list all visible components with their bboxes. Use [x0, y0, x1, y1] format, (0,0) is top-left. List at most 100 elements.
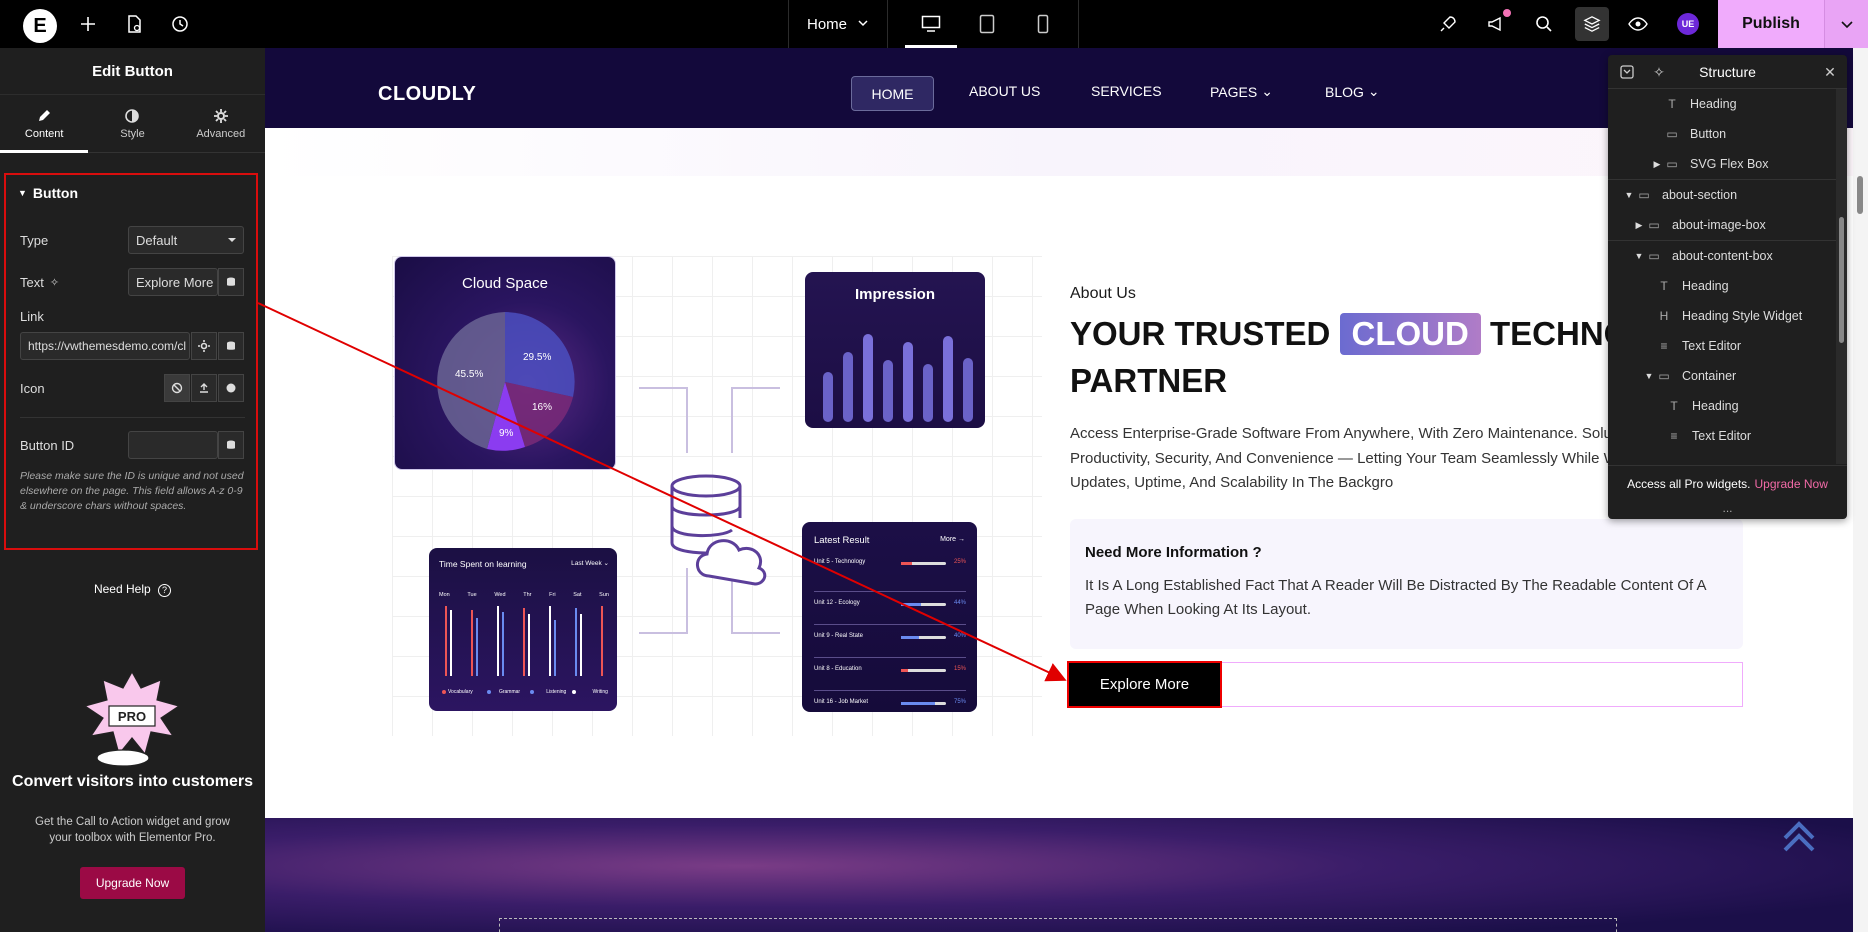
ai-sparkle-icon[interactable]: ✧ — [1650, 63, 1668, 81]
icon-none-icon[interactable] — [164, 374, 190, 402]
tree-item-about-image-box[interactable]: ▶ ▭ about-image-box — [1608, 210, 1836, 240]
structure-scroll-thumb[interactable] — [1839, 217, 1844, 343]
button-id-dynamic-tags-icon[interactable] — [218, 431, 244, 459]
text-label-row: Text ✧ — [20, 275, 60, 290]
publish-options-button[interactable] — [1824, 0, 1868, 48]
upgrade-now-button[interactable]: Upgrade Now — [80, 867, 185, 899]
dynamic-tags-icon[interactable] — [218, 268, 244, 296]
canvas-scroll-thumb[interactable] — [1857, 176, 1863, 214]
tree-item-about-section[interactable]: ▼ ▭ about-section — [1608, 180, 1836, 210]
tree-item-container[interactable]: ▼ ▭ Container — [1608, 361, 1836, 391]
nav-pages[interactable]: PAGES ⌄ — [1210, 83, 1273, 100]
tree-item-heading[interactable]: T Heading — [1608, 391, 1836, 421]
publish-button[interactable]: Publish — [1718, 0, 1824, 48]
ai-sparkle-icon[interactable]: ✧ — [50, 276, 59, 289]
tree-item-button[interactable]: ▭ Button — [1608, 119, 1836, 149]
caret-down-icon: ▼ — [18, 188, 27, 198]
svg-text:16%: 16% — [532, 402, 552, 413]
tab-content[interactable]: Content — [0, 95, 89, 153]
structure-resize-handle[interactable]: ... — [1608, 501, 1847, 515]
button-id-input[interactable] — [128, 431, 218, 459]
need-help-link[interactable]: Need Help ? — [0, 582, 265, 597]
pencil-icon — [39, 109, 51, 121]
link-options-gear-icon[interactable] — [191, 332, 217, 360]
impression-bar-chart — [823, 334, 973, 422]
time-spent-card: Time Spent on learning Last Week ⌄ Mon Tu… — [429, 548, 617, 711]
collapse-all-icon[interactable] — [1618, 63, 1636, 81]
panel-tabs: Content Style Advanced — [0, 95, 265, 153]
next-section-band — [265, 818, 1853, 932]
tablet-view-icon[interactable] — [959, 0, 1015, 48]
flexbox-icon: ▭ — [1666, 157, 1678, 171]
caret-right-icon: ▶ — [1653, 158, 1661, 169]
device-switcher — [889, 0, 1079, 48]
button-section-header[interactable]: ▼ Button — [18, 185, 78, 201]
latest-row: Unit 9 - Real State 40% — [814, 625, 966, 658]
desktop-view-icon[interactable] — [903, 0, 959, 48]
tab-style[interactable]: Style — [88, 95, 176, 152]
structure-layers-icon[interactable] — [1575, 7, 1609, 41]
icon-library-icon[interactable] — [218, 374, 244, 402]
notification-dot — [1503, 9, 1511, 17]
divider — [20, 417, 245, 418]
icon-label: Icon — [20, 381, 45, 396]
text-editor-icon: ≡ — [1660, 339, 1668, 353]
text-input[interactable]: Explore More — [128, 268, 218, 296]
link-dynamic-tags-icon[interactable] — [218, 332, 244, 360]
structure-upgrade-link[interactable]: Upgrade Now — [1755, 477, 1828, 491]
about-headline: YOUR TRUSTED CLOUD TECHNOL PARTNER — [1070, 313, 1650, 399]
tree-item-text-editor[interactable]: ≡ Text Editor — [1608, 421, 1836, 451]
icon-upload-icon[interactable] — [191, 374, 217, 402]
latest-rows: Unit 5 - Technology 25% Unit 12 - Ecolog… — [814, 559, 966, 712]
tree-item-about-content-box[interactable]: ▼ ▭ about-content-box — [1608, 241, 1836, 271]
structure-tree: T Heading ▭ Button ▶ ▭ SVG Flex Box ▼ ▭ about-… — [1608, 89, 1836, 464]
user-avatar[interactable]: UE — [1677, 13, 1699, 35]
tree-item-heading[interactable]: T Heading — [1608, 89, 1836, 119]
latest-result-card: Latest Result More → Unit 5 - Technology… — [802, 522, 977, 712]
container-icon: ▭ — [1648, 218, 1660, 232]
promo-title: Convert visitors into customers — [12, 773, 253, 790]
chevron-down-icon — [228, 238, 236, 242]
about-us-label: About Us — [1070, 285, 1136, 302]
page-settings-icon[interactable] — [122, 12, 146, 36]
heading-style-icon: H — [1659, 309, 1669, 323]
nav-blog[interactable]: BLOG ⌄ — [1325, 83, 1380, 100]
page-name: Home — [806, 15, 847, 33]
nav-about[interactable]: ABOUT US — [969, 83, 1040, 99]
site-brand[interactable]: CLOUDLY — [378, 83, 476, 106]
search-icon[interactable] — [1532, 12, 1556, 36]
latest-row: Unit 5 - Technology 25% — [814, 559, 966, 592]
canvas-scrollbar[interactable] — [1853, 48, 1868, 932]
latest-more-link[interactable]: More → — [940, 536, 965, 543]
container-icon: ▭ — [1648, 249, 1660, 263]
database-cloud-illustration — [639, 387, 780, 634]
type-select[interactable]: Default — [128, 226, 244, 254]
page-selector[interactable]: Home — [788, 0, 888, 48]
button-id-help-note: Please make sure the ID is unique and no… — [20, 470, 244, 512]
time-legend: Vocabulary Grammar Listening Writing — [448, 689, 608, 695]
tree-item-heading-style-widget[interactable]: H Heading Style Widget — [1608, 301, 1836, 331]
svg-text:PRO: PRO — [118, 709, 146, 724]
link-input[interactable]: https://vwthemesdemo.com/cl — [20, 332, 190, 360]
heading-icon: T — [1668, 97, 1676, 111]
tab-advanced[interactable]: Advanced — [177, 95, 265, 152]
tree-item-heading[interactable]: T Heading — [1608, 271, 1836, 301]
tree-item-svg-flex-box[interactable]: ▶ ▭ SVG Flex Box — [1608, 149, 1836, 179]
structure-scrollbar[interactable] — [1836, 89, 1847, 464]
elementor-logo[interactable]: E — [23, 9, 57, 43]
close-icon[interactable]: ✕ — [1821, 63, 1839, 81]
info-box: Need More Information ? It Is A Long Est… — [1070, 519, 1743, 649]
scroll-to-top-icon[interactable] — [1782, 820, 1816, 863]
info-text: It Is A Long Established Fact That A Rea… — [1085, 577, 1706, 618]
tree-item-text-editor[interactable]: ≡ Text Editor — [1608, 331, 1836, 361]
time-spent-chart — [442, 606, 603, 694]
rocket-icon[interactable] — [1436, 12, 1460, 36]
mobile-view-icon[interactable] — [1015, 0, 1071, 48]
preview-eye-icon[interactable] — [1626, 12, 1650, 36]
nav-home[interactable]: HOME — [851, 76, 934, 111]
gear-icon — [213, 108, 228, 123]
explore-more-button[interactable]: Explore More — [1067, 661, 1222, 708]
history-icon[interactable] — [168, 12, 192, 36]
nav-services[interactable]: SERVICES — [1091, 83, 1162, 99]
add-element-icon[interactable] — [76, 12, 100, 36]
